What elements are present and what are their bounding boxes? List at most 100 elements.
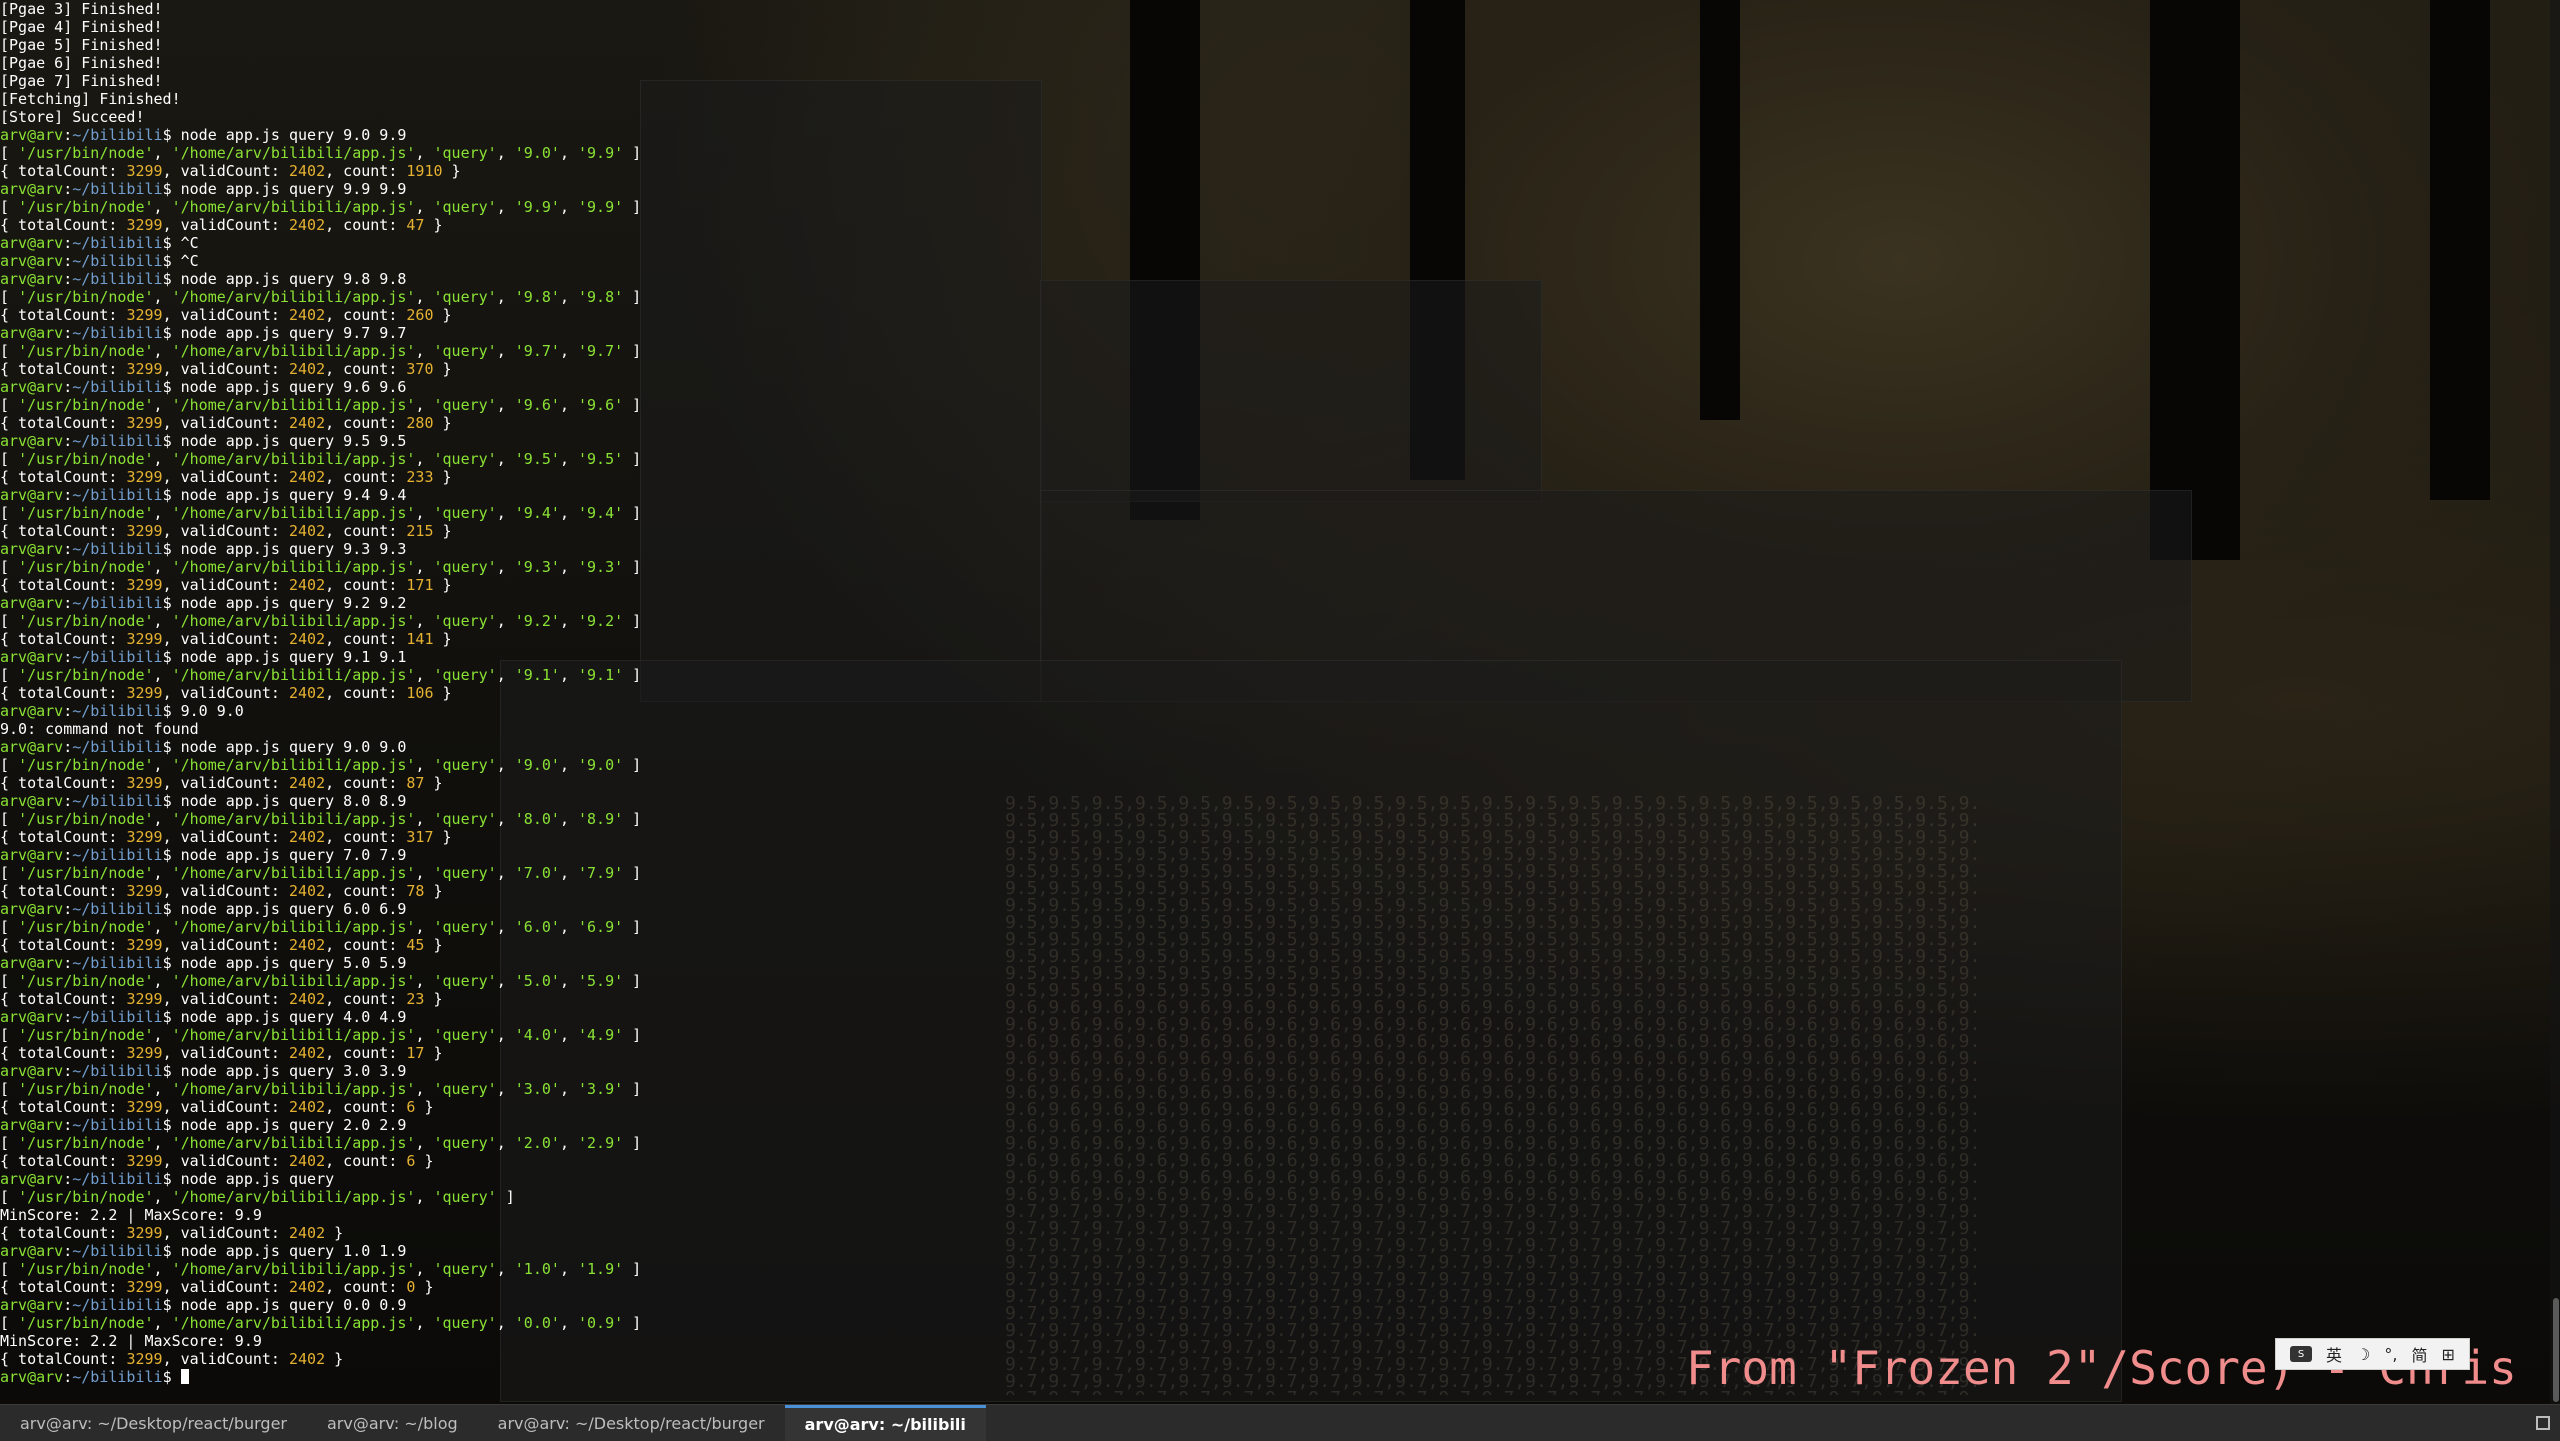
arg-string: '/home/arv/bilibili/app.js': [171, 288, 416, 306]
comma: ,: [415, 450, 434, 468]
new-tab-button[interactable]: [2526, 1405, 2560, 1441]
command-text: node app.js query 9.3 9.3: [180, 540, 407, 558]
result-key: { totalCount:: [0, 216, 127, 234]
terminal-line: { totalCount: 3299, validCount: 2402, co…: [0, 1098, 641, 1116]
prompt-symbol: $: [162, 1296, 181, 1314]
prompt-path: ~/bilibili: [72, 324, 163, 342]
tab-burger-2[interactable]: arv@arv: ~/Desktop/react/burger: [478, 1405, 785, 1441]
ime-keyboard-icon[interactable]: ⊞: [2441, 1345, 2454, 1364]
prompt-user: arv@arv: [0, 432, 64, 450]
prompt-user: arv@arv: [0, 1242, 64, 1260]
result-key: , count:: [325, 216, 407, 234]
comma: ,: [415, 666, 434, 684]
comma: ,: [415, 1080, 434, 1098]
ime-punctuation-toggle[interactable]: °,: [2384, 1345, 2397, 1364]
bracket: [: [0, 1188, 19, 1206]
total-count: 3299: [126, 1098, 163, 1116]
prompt-sep: :: [63, 486, 73, 504]
prompt-sep: :: [63, 252, 73, 270]
prompt-symbol: $: [162, 1170, 181, 1188]
total-count: 3299: [126, 360, 163, 378]
terminal-line: arv@arv:~/bilibili$ node app.js query 9.…: [0, 738, 641, 756]
comma: ,: [496, 972, 515, 990]
bracket: ]: [623, 810, 642, 828]
prompt-symbol: $: [162, 846, 181, 864]
tab-burger-1[interactable]: arv@arv: ~/Desktop/react/burger: [0, 1405, 307, 1441]
terminal-line: arv@arv:~/bilibili$ node app.js query 9.…: [0, 126, 641, 144]
total-count: 3299: [126, 1278, 163, 1296]
result-key: , count:: [325, 468, 407, 486]
input-method-toolbar[interactable]: S 英 ☽ °, 简 ⊞: [2275, 1338, 2470, 1370]
bracket: [: [0, 198, 19, 216]
total-count: 3299: [126, 828, 163, 846]
terminal-line: arv@arv:~/bilibili$ ^C: [0, 252, 641, 270]
terminal-output: [Pgae 3] Finished! [Pgae 4] Finished! [Pga…: [0, 0, 641, 1386]
command-text: ^C: [180, 234, 199, 252]
comma: ,: [153, 342, 172, 360]
arg-string: '/home/arv/bilibili/app.js': [171, 1260, 416, 1278]
query-count: 17: [406, 1044, 425, 1062]
ime-moon-icon[interactable]: ☽: [2356, 1345, 2370, 1364]
result-key: { totalCount:: [0, 576, 127, 594]
output-text: [Pgae 4] Finished!: [0, 18, 163, 36]
prompt-symbol: $: [162, 1116, 181, 1134]
comma: ,: [153, 144, 172, 162]
comma: ,: [153, 666, 172, 684]
terminal-window[interactable]: [Pgae 3] Finished! [Pgae 4] Finished! [Pga…: [0, 0, 2560, 1404]
comma: ,: [559, 972, 578, 990]
query-count: 280: [406, 414, 434, 432]
bracket: }: [424, 216, 443, 234]
prompt-sep: :: [63, 702, 73, 720]
bracket: }: [424, 882, 443, 900]
valid-count: 2402: [289, 630, 326, 648]
terminal-line: arv@arv:~/bilibili$ node app.js query 9.…: [0, 540, 641, 558]
prompt-sep: :: [63, 540, 73, 558]
query-count: 141: [406, 630, 434, 648]
command-text: node app.js query 7.0 7.9: [180, 846, 407, 864]
comma: ,: [153, 288, 172, 306]
result-key: { totalCount:: [0, 684, 127, 702]
prompt-symbol: $: [162, 900, 181, 918]
prompt-path: ~/bilibili: [72, 900, 163, 918]
ime-simplified-toggle[interactable]: 简: [2411, 1342, 2427, 1366]
arg-string: 'query': [433, 612, 497, 630]
terminal-scrollbar[interactable]: [2550, 0, 2560, 1404]
prompt-path: ~/bilibili: [72, 648, 163, 666]
arg-string: '/home/arv/bilibili/app.js': [171, 666, 416, 684]
comma: ,: [496, 342, 515, 360]
bracket: ]: [623, 396, 642, 414]
terminal-line: arv@arv:~/bilibili$ node app.js query 9.…: [0, 432, 641, 450]
comma: ,: [415, 918, 434, 936]
comma: ,: [153, 1188, 172, 1206]
comma: ,: [496, 1080, 515, 1098]
query-count: 233: [406, 468, 434, 486]
arg-string: '/usr/bin/node': [18, 504, 154, 522]
terminal-line: MinScore: 2.2 | MaxScore: 9.9: [0, 1332, 641, 1350]
arg-string: 'query': [433, 198, 497, 216]
scrollbar-thumb[interactable]: [2553, 1298, 2559, 1402]
comma: ,: [496, 1134, 515, 1152]
bracket: [: [0, 756, 19, 774]
comma: ,: [559, 810, 578, 828]
terminal-line: 9.0: command not found: [0, 720, 641, 738]
bracket: ]: [623, 756, 642, 774]
terminal-line: [Pgae 7] Finished!: [0, 72, 641, 90]
arg-string: '/usr/bin/node': [18, 864, 154, 882]
ime-logo-icon[interactable]: S: [2290, 1346, 2312, 1362]
ime-language-toggle[interactable]: 英: [2326, 1342, 2342, 1366]
prompt-symbol: $: [162, 180, 181, 198]
terminal-line: [ '/usr/bin/node', '/home/arv/bilibili/a…: [0, 918, 641, 936]
prompt-sep: :: [63, 1008, 73, 1026]
arg-string: '/usr/bin/node': [18, 342, 154, 360]
prompt-user: arv@arv: [0, 792, 64, 810]
prompt-symbol: $: [162, 234, 181, 252]
tab-bilibili[interactable]: arv@arv: ~/bilibili: [784, 1405, 986, 1441]
output-text: 9.0: command not found: [0, 720, 199, 738]
comma: ,: [496, 288, 515, 306]
terminal-line: arv@arv:~/bilibili$ node app.js query 9.…: [0, 324, 641, 342]
comma: ,: [153, 198, 172, 216]
result-key: , count:: [325, 630, 407, 648]
tab-blog[interactable]: arv@arv: ~/blog: [307, 1405, 478, 1441]
arg-string: '/usr/bin/node': [18, 1314, 154, 1332]
terminal-line: MinScore: 2.2 | MaxScore: 9.9: [0, 1206, 641, 1224]
